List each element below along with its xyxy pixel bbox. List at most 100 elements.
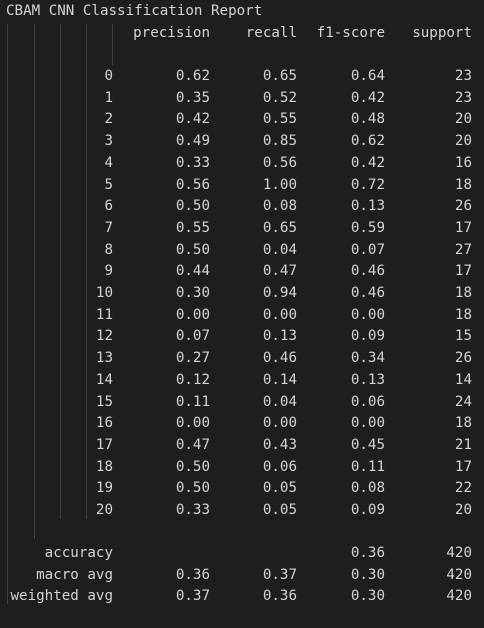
row-label: 9 xyxy=(104,263,113,280)
row-label: 1 xyxy=(104,89,113,106)
precision-value: 0.55 xyxy=(175,219,210,236)
support-value: 26 xyxy=(454,198,472,215)
support-value: 17 xyxy=(454,458,472,475)
recall-value: 0.37 xyxy=(262,566,297,583)
row-label: 15 xyxy=(95,393,113,410)
support-value: 20 xyxy=(454,111,472,128)
class-row: 8 0.50 0.04 0.07 27 xyxy=(0,240,484,262)
header-f1-score: f1-score xyxy=(316,25,385,41)
support-value: 20 xyxy=(454,133,472,150)
row-label: weighted avg xyxy=(10,588,114,605)
recall-value: 0.65 xyxy=(262,219,297,236)
row-label: accuracy xyxy=(44,545,113,561)
header-row: precision recall f1-score support xyxy=(0,23,484,45)
precision-value: 0.50 xyxy=(175,241,210,258)
recall-value: 0.46 xyxy=(262,350,297,367)
recall-value: 0.65 xyxy=(262,68,297,84)
summary-row: macro avg 0.36 0.37 0.30 420 xyxy=(0,565,484,587)
f1-score-value: 0.42 xyxy=(350,154,385,171)
f1-score-value: 0.46 xyxy=(350,263,385,280)
f1-score-value: 0.08 xyxy=(350,480,385,497)
class-row: 0 0.62 0.65 0.64 23 xyxy=(0,66,484,88)
recall-value: 0.52 xyxy=(262,89,297,106)
support-value: 18 xyxy=(454,306,472,323)
f1-score-value: 0.42 xyxy=(350,89,385,106)
precision-value: 0.44 xyxy=(175,263,210,280)
recall-value: 0.55 xyxy=(262,111,297,128)
recall-value: 0.13 xyxy=(262,328,297,345)
class-row: 1 0.35 0.52 0.42 23 xyxy=(0,88,484,110)
f1-score-value: 0.59 xyxy=(350,219,385,236)
precision-value: 0.33 xyxy=(175,502,210,518)
f1-score-value: 0.30 xyxy=(350,566,385,583)
f1-score-value: 0.07 xyxy=(350,241,385,258)
support-value: 18 xyxy=(454,176,472,193)
support-value: 22 xyxy=(454,480,472,497)
row-label: 7 xyxy=(104,219,113,236)
support-value: 17 xyxy=(454,219,472,236)
recall-value: 0.05 xyxy=(262,502,297,518)
f1-score-value: 0.13 xyxy=(350,198,385,215)
support-value: 420 xyxy=(446,545,472,561)
precision-value: 0.00 xyxy=(175,306,210,323)
report-title-line: CBAM CNN Classification Report xyxy=(0,1,484,23)
f1-score-value: 0.62 xyxy=(350,133,385,150)
recall-value: 0.05 xyxy=(262,480,297,497)
row-label: 19 xyxy=(95,480,113,497)
row-label: 18 xyxy=(95,458,113,475)
support-value: 17 xyxy=(454,263,472,280)
f1-score-value: 0.09 xyxy=(350,502,385,518)
class-row: 3 0.49 0.85 0.62 20 xyxy=(0,131,484,153)
precision-value: 0.47 xyxy=(175,436,210,453)
row-label: 11 xyxy=(95,306,113,323)
precision-value: 0.42 xyxy=(175,111,210,128)
header-support: support xyxy=(412,25,472,41)
row-label: 14 xyxy=(95,371,113,388)
class-row: 16 0.00 0.00 0.00 18 xyxy=(0,413,484,435)
precision-value: 0.00 xyxy=(175,415,210,432)
support-value: 23 xyxy=(454,89,472,106)
header-recall: recall xyxy=(245,25,297,41)
row-label: 4 xyxy=(104,154,113,171)
summary-row: accuracy 0.36 420 xyxy=(0,543,484,565)
precision-value: 0.35 xyxy=(175,89,210,106)
row-label: 20 xyxy=(95,502,113,518)
row-label: 16 xyxy=(95,415,113,432)
class-row: 19 0.50 0.05 0.08 22 xyxy=(0,478,484,500)
class-row: 18 0.50 0.06 0.11 17 xyxy=(0,457,484,479)
f1-score-value: 0.06 xyxy=(350,393,385,410)
precision-value: 0.30 xyxy=(175,285,210,301)
class-row: 14 0.12 0.14 0.13 14 xyxy=(0,370,484,392)
support-value: 420 xyxy=(446,588,472,605)
f1-score-value: 0.30 xyxy=(350,588,385,605)
class-row: 17 0.47 0.43 0.45 21 xyxy=(0,435,484,457)
recall-value: 0.04 xyxy=(262,393,297,410)
recall-value: 0.94 xyxy=(262,285,297,301)
class-row: 6 0.50 0.08 0.13 26 xyxy=(0,196,484,218)
support-value: 15 xyxy=(454,328,472,345)
row-label: 13 xyxy=(95,350,113,367)
class-row: 5 0.56 1.00 0.72 18 xyxy=(0,175,484,197)
summary-row: weighted avg 0.37 0.36 0.30 420 xyxy=(0,586,484,608)
f1-score-value: 0.00 xyxy=(350,415,385,432)
row-label: 3 xyxy=(104,133,113,150)
precision-value: 0.37 xyxy=(175,588,210,605)
row-label: 2 xyxy=(104,111,113,128)
precision-value: 0.62 xyxy=(175,68,210,84)
support-value: 20 xyxy=(454,502,472,518)
support-value: 18 xyxy=(454,415,472,432)
row-label: 8 xyxy=(104,241,113,258)
recall-value: 0.56 xyxy=(262,154,297,171)
precision-value: 0.07 xyxy=(175,328,210,345)
support-value: 14 xyxy=(454,371,472,388)
f1-score-value: 0.34 xyxy=(350,350,385,367)
recall-value: 0.36 xyxy=(262,588,297,605)
recall-value: 1.00 xyxy=(262,176,297,193)
f1-score-value: 0.11 xyxy=(350,458,385,475)
support-value: 21 xyxy=(454,436,472,453)
class-row: 15 0.11 0.04 0.06 24 xyxy=(0,392,484,414)
class-row: 4 0.33 0.56 0.42 16 xyxy=(0,153,484,175)
precision-value: 0.50 xyxy=(175,458,210,475)
class-row: 13 0.27 0.46 0.34 26 xyxy=(0,348,484,370)
precision-value: 0.49 xyxy=(175,133,210,150)
